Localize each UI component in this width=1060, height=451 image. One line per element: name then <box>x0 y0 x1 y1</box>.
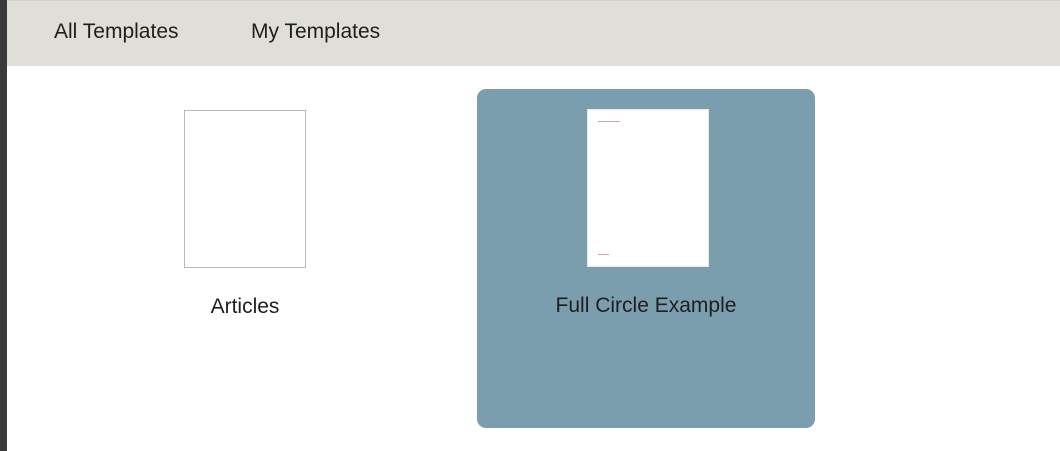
thumbnail-text-line <box>598 254 609 255</box>
template-grid: Articles Full Circle Example <box>7 66 1060 451</box>
template-item-articles[interactable]: Articles <box>142 90 348 426</box>
template-tab-bar: All Templates My Templates <box>7 0 1060 66</box>
template-thumbnail <box>184 110 306 268</box>
template-thumbnail <box>587 109 709 267</box>
tab-my-templates[interactable]: My Templates <box>251 20 380 44</box>
template-manager-window: All Templates My Templates Articles Full… <box>0 0 1060 451</box>
tab-all-templates[interactable]: All Templates <box>54 20 179 44</box>
template-label: Articles <box>210 295 280 318</box>
template-label: Full Circle Example <box>555 294 737 317</box>
thumbnail-text-line <box>598 121 620 122</box>
template-item-full-circle-example[interactable]: Full Circle Example <box>477 89 815 428</box>
window-left-border <box>0 0 7 451</box>
